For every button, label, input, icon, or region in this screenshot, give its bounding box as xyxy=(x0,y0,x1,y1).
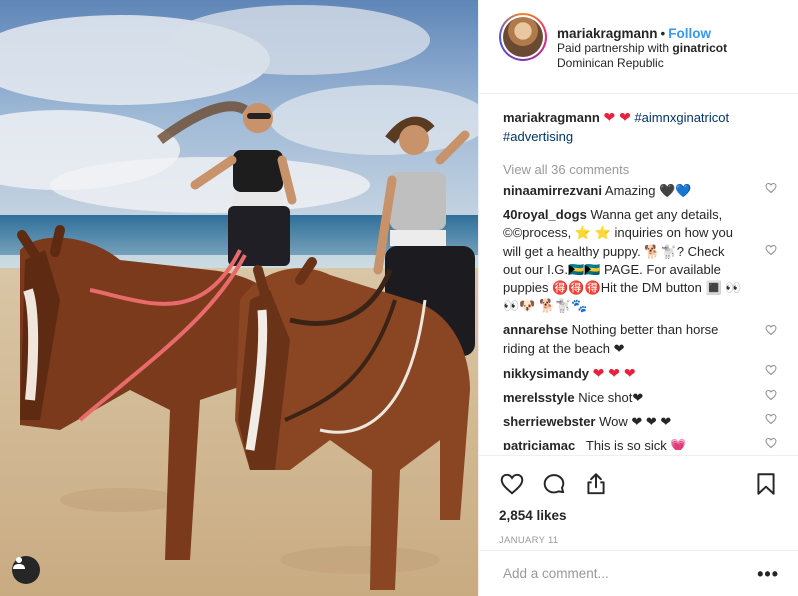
comment-like-button[interactable] xyxy=(765,364,779,378)
comment-like-button[interactable] xyxy=(765,437,779,450)
comment-like-button[interactable] xyxy=(765,244,779,258)
speech-bubble-icon xyxy=(543,474,565,494)
comment-text: ❤ ❤ ❤ xyxy=(592,364,636,381)
action-icons-row xyxy=(499,464,779,504)
hashtag-link[interactable]: #aimnxginatricot xyxy=(634,110,729,125)
comment-username[interactable]: sherriewebster xyxy=(503,414,596,429)
heart-outline-icon xyxy=(500,473,524,495)
heart-outline-icon xyxy=(765,182,777,194)
comment-item: patriciamac_ This is so sick 💗 xyxy=(503,437,779,450)
post-author-username[interactable]: mariakragmann xyxy=(557,26,658,41)
heart-outline-icon xyxy=(765,438,777,449)
comment-text: Wanna get any details, ©©process, ⭐ ⭐ in… xyxy=(503,207,742,314)
beach-horses-photo xyxy=(0,0,478,596)
avatar[interactable] xyxy=(499,13,547,61)
save-button[interactable] xyxy=(753,471,779,497)
comment-item: 40royal_dogs Wanna get any details, ©©pr… xyxy=(503,206,779,315)
post-date[interactable]: JANUARY 11 xyxy=(499,535,779,546)
comment-item: nikkysimandy ❤ ❤ ❤ xyxy=(503,364,779,383)
user-icon xyxy=(13,557,25,569)
comments-section: mariakragmann ❤ ❤ #aimnxginatricot #adve… xyxy=(479,95,798,450)
post-header-text: mariakragmann • Follow Paid partnership wi… xyxy=(557,13,727,71)
tagged-users-button[interactable] xyxy=(12,556,40,584)
comment-button[interactable] xyxy=(541,471,567,497)
post-header: mariakragmann • Follow Paid partnership wi… xyxy=(479,0,798,94)
comment-text: Wow ❤ ❤ ❤ xyxy=(599,414,672,430)
comment-item: merelsstyle Nice shot❤ xyxy=(503,389,779,407)
caption-emoji: ❤ ❤ xyxy=(603,109,631,125)
partnership-prefix: Paid partnership with xyxy=(557,41,670,55)
share-arrow-icon xyxy=(587,473,605,495)
heart-outline-icon xyxy=(765,390,777,401)
heart-outline-icon xyxy=(765,364,777,375)
bookmark-icon xyxy=(757,473,775,495)
heart-outline-icon xyxy=(765,325,777,336)
comment-input[interactable] xyxy=(503,566,758,581)
comment-username[interactable]: ninaamirrezvani xyxy=(503,183,602,198)
comment-item: sherriewebster Wow ❤ ❤ ❤ xyxy=(503,413,779,431)
post-actions: 2,854 likes JANUARY 11 xyxy=(479,455,798,546)
heart-outline-icon xyxy=(765,414,777,425)
post-side-panel: mariakragmann • Follow Paid partnership wi… xyxy=(478,0,798,596)
comment-item: annarehse Nothing better than horse ridi… xyxy=(503,321,779,357)
comment-text: Nice shot❤ xyxy=(578,390,644,406)
comment-username[interactable]: merelsstyle xyxy=(503,390,575,405)
follow-button[interactable]: Follow xyxy=(668,26,711,41)
comment-like-button[interactable] xyxy=(765,413,779,427)
partnership-line: Paid partnership with ginatricot xyxy=(557,41,727,56)
comment-username[interactable]: nikkysimandy xyxy=(503,366,589,381)
like-button[interactable] xyxy=(499,471,525,497)
comment-like-button[interactable] xyxy=(765,182,779,196)
comment-text: This is so sick 💗 xyxy=(585,438,687,450)
caption-username[interactable]: mariakragmann xyxy=(503,110,600,125)
comment-item: ninaamirrezvani Amazing 🖤💙 xyxy=(503,182,779,200)
share-button[interactable] xyxy=(583,471,609,497)
location-link[interactable]: Dominican Republic xyxy=(557,56,727,71)
add-comment-bar: ••• xyxy=(479,550,798,596)
heart-outline-icon xyxy=(765,245,777,256)
comment-like-button[interactable] xyxy=(765,389,779,403)
hashtag-link[interactable]: #advertising xyxy=(503,129,573,144)
likes-count[interactable]: 2,854 likes xyxy=(499,508,779,523)
comment-like-button[interactable] xyxy=(765,324,779,338)
profile-avatar-icon xyxy=(503,17,543,57)
view-all-comments-link[interactable]: View all 36 comments xyxy=(503,162,779,177)
comment-username[interactable]: patriciamac_ xyxy=(503,438,583,450)
separator-dot: • xyxy=(660,26,666,41)
post-caption: mariakragmann ❤ ❤ #aimnxginatricot #adve… xyxy=(503,108,779,146)
comment-username[interactable]: annarehse xyxy=(503,322,568,337)
comment-text: Amazing 🖤💙 xyxy=(604,183,692,198)
more-options-button[interactable]: ••• xyxy=(757,565,779,583)
partner-link[interactable]: ginatricot xyxy=(672,41,727,55)
post-photo[interactable] xyxy=(0,0,478,596)
comment-username[interactable]: 40royal_dogs xyxy=(503,207,587,222)
